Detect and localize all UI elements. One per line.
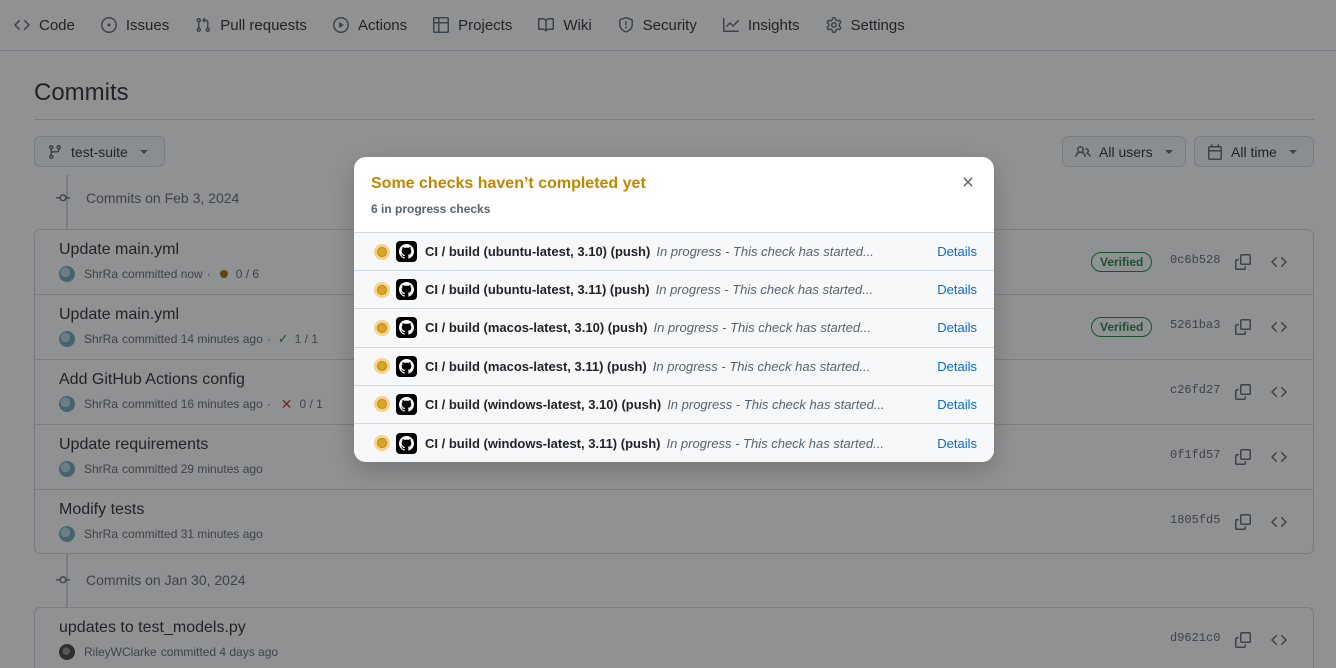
dialog-title: Some checks haven’t completed yet (371, 175, 646, 192)
github-logo-icon (396, 241, 417, 263)
github-logo-icon (396, 393, 417, 415)
close-icon[interactable] (960, 174, 976, 190)
check-row: CI / build (windows-latest, 3.10) (push)… (354, 385, 994, 424)
pending-status-icon (374, 396, 390, 413)
github-logo-icon (396, 432, 417, 454)
check-title: CI / build (windows-latest, 3.11) (push) (425, 435, 661, 451)
check-row: CI / build (windows-latest, 3.11) (push)… (354, 423, 994, 462)
github-logo-icon (396, 279, 417, 301)
details-link[interactable]: Details (937, 397, 977, 412)
check-name: CI / build (macos-latest, 3.11) (push) In… (425, 359, 870, 374)
check-description: In progress - This check has started... (666, 435, 884, 451)
details-link[interactable]: Details (937, 359, 977, 374)
details-link[interactable]: Details (937, 320, 977, 335)
check-row: CI / build (ubuntu-latest, 3.10) (push) I… (354, 233, 994, 272)
check-description: In progress - This check has started... (656, 244, 874, 260)
check-name: CI / build (macos-latest, 3.10) (push) In… (425, 320, 871, 335)
details-link[interactable]: Details (937, 436, 977, 451)
check-name: CI / build (windows-latest, 3.10) (push)… (425, 397, 885, 412)
check-description: In progress - This check has started... (667, 396, 885, 412)
pending-status-icon (374, 358, 390, 375)
dialog-subtitle: 6 in progress checks (371, 202, 491, 216)
pending-status-icon (374, 435, 390, 452)
details-link[interactable]: Details (937, 282, 977, 297)
check-title: CI / build (ubuntu-latest, 3.11) (push) (425, 282, 650, 298)
check-description: In progress - This check has started... (655, 282, 874, 298)
check-title: CI / build (ubuntu-latest, 3.10) (push) (425, 244, 651, 260)
check-description: In progress - This check has started... (652, 358, 871, 374)
check-title: CI / build (macos-latest, 3.10) (push) (425, 320, 648, 336)
pending-status-icon (374, 281, 390, 298)
check-row: CI / build (macos-latest, 3.11) (push) In… (354, 347, 994, 386)
check-row: CI / build (ubuntu-latest, 3.11) (push) I… (354, 271, 994, 310)
pending-status-icon (374, 319, 390, 336)
checks-dialog: Some checks haven’t completed yet 6 in p… (354, 157, 994, 462)
github-logo-icon (396, 317, 417, 339)
check-name: CI / build (windows-latest, 3.11) (push)… (425, 436, 884, 451)
details-link[interactable]: Details (937, 244, 977, 259)
check-row: CI / build (macos-latest, 3.10) (push) In… (354, 309, 994, 348)
check-description: In progress - This check has started... (653, 320, 871, 336)
github-logo-icon (396, 355, 417, 377)
check-name: CI / build (ubuntu-latest, 3.10) (push) I… (425, 244, 874, 259)
check-title: CI / build (macos-latest, 3.11) (push) (425, 358, 647, 374)
pending-status-icon (374, 243, 390, 260)
check-title: CI / build (windows-latest, 3.10) (push) (425, 396, 662, 412)
check-list: CI / build (ubuntu-latest, 3.10) (push) I… (354, 233, 994, 462)
check-name: CI / build (ubuntu-latest, 3.11) (push) I… (425, 282, 873, 297)
dialog-header: Some checks haven’t completed yet 6 in p… (354, 157, 994, 233)
